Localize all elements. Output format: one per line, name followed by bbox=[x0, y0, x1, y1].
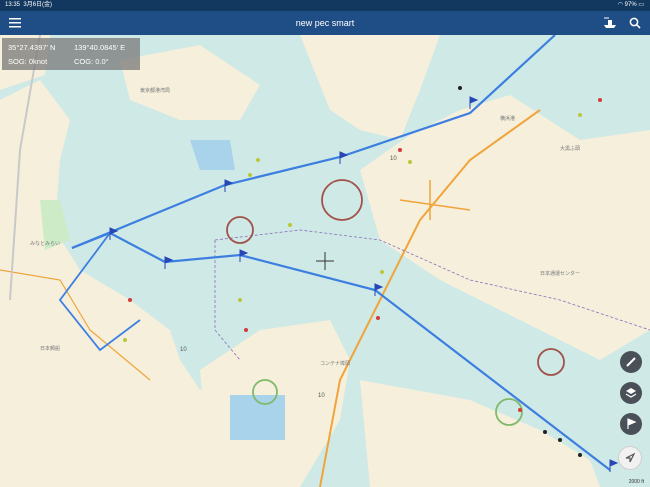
search-icon[interactable] bbox=[625, 13, 645, 33]
sog-text: SOG: 0knot bbox=[8, 57, 48, 66]
scale-text: 2000 ft bbox=[628, 479, 644, 485]
label-parking: 日本郵船 bbox=[40, 345, 60, 352]
label-harbor-station: 東京都港湾局 bbox=[140, 87, 170, 94]
ruler-icon bbox=[626, 357, 636, 367]
label-center: 日本通運センター bbox=[540, 270, 580, 277]
latitude-text: 35°27.4397' N bbox=[8, 43, 56, 52]
label-cargo: コンテナ埠頭 bbox=[320, 360, 350, 367]
label-depth-2: 10 bbox=[318, 393, 325, 399]
label-wharf: 大黒ふ頭 bbox=[560, 145, 580, 152]
status-date: 3月6日(金) bbox=[23, 2, 53, 8]
label-depth-3: 10 bbox=[390, 156, 397, 162]
label-city: みなとみらい bbox=[30, 240, 60, 247]
wifi-icon: ◠ bbox=[617, 2, 623, 8]
status-time: 13:35 bbox=[5, 2, 21, 8]
label-depth-1: 10 bbox=[180, 347, 187, 353]
flag-button[interactable] bbox=[620, 413, 642, 435]
navigate-button[interactable] bbox=[618, 446, 642, 470]
ship-icon[interactable] bbox=[600, 13, 620, 33]
flag-icon bbox=[627, 418, 637, 429]
status-bar: 13:35 3月6日(金) ◠ 97% ▭ bbox=[0, 0, 650, 11]
cog-text: COG: 0.0° bbox=[74, 57, 109, 66]
label-warehouse: 横浜港 bbox=[500, 115, 515, 122]
map-canvas[interactable]: 10 10 10 東京都港湾局 日本郵船 横浜港 大黒ふ頭 日本通運センター コ… bbox=[0, 35, 650, 487]
app-bar: new pec smart bbox=[0, 11, 650, 35]
layers-button[interactable] bbox=[620, 382, 642, 404]
layers-icon bbox=[625, 388, 637, 398]
ruler-button[interactable] bbox=[620, 351, 642, 373]
battery-text: 97% bbox=[624, 2, 637, 8]
position-info-panel: 35°27.4397' N 139°40.0845' E SOG: 0knot … bbox=[2, 38, 140, 70]
navigate-icon bbox=[625, 452, 636, 463]
battery-icon: ▭ bbox=[638, 2, 644, 8]
app-title: new pec smart bbox=[295, 18, 355, 28]
longitude-text: 139°40.0845' E bbox=[74, 43, 126, 52]
chart-map[interactable]: 10 10 10 東京都港湾局 日本郵船 横浜港 大黒ふ頭 日本通運センター コ… bbox=[0, 35, 650, 487]
